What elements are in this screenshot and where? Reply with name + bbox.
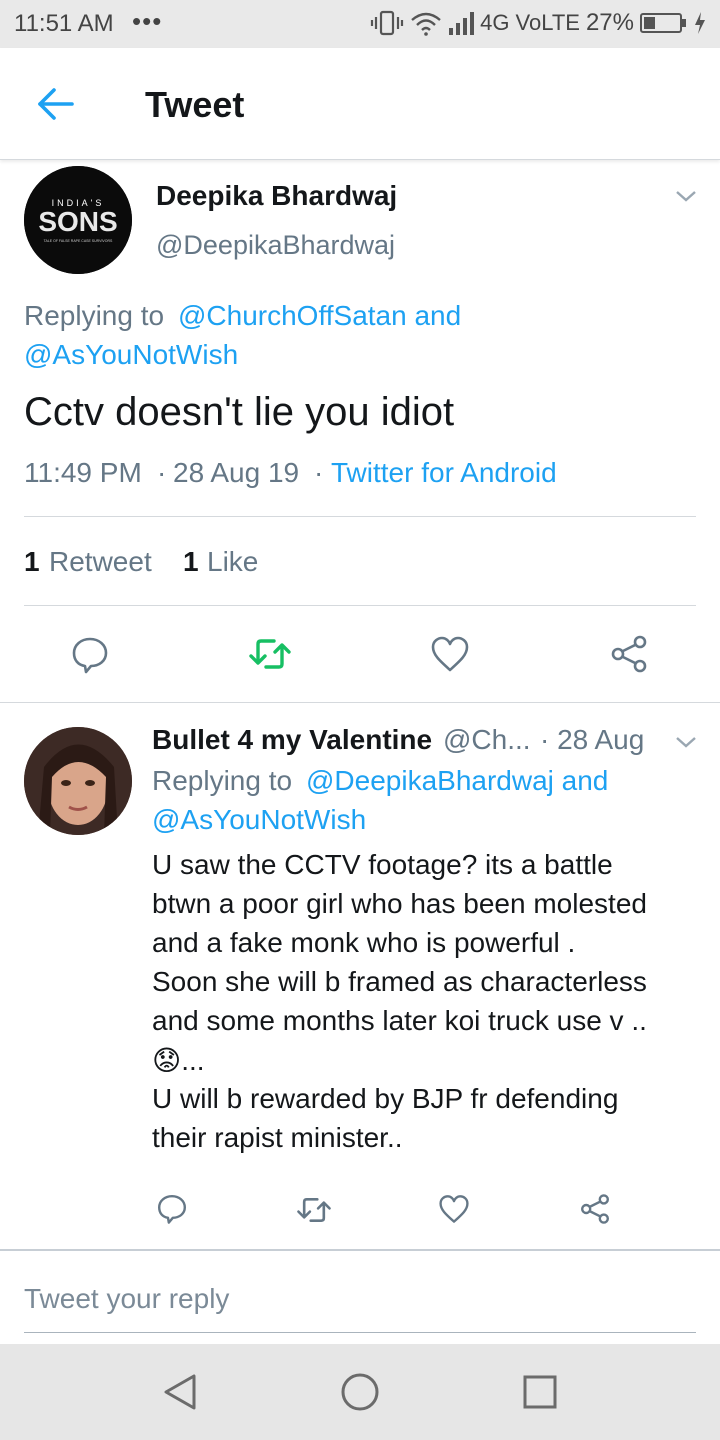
tweet-source[interactable]: Twitter for Android <box>331 457 557 489</box>
retweet-count[interactable]: 1 <box>24 546 40 578</box>
reply-text-line: btwn a poor girl who has been molested <box>152 888 647 919</box>
reply-text-line: U will b rewarded by BJP fr defending <box>152 1083 619 1114</box>
section-divider <box>0 1249 720 1251</box>
charging-icon <box>695 12 705 34</box>
status-network: 4G VoLTE <box>480 10 580 35</box>
indias-sons-logo: INDIA'S SONS TALE OF FALSE RAPE CASE SUR… <box>24 166 132 274</box>
nav-home-icon[interactable] <box>340 1372 380 1412</box>
meta-separator: · <box>157 457 167 488</box>
avatar-logo-main: SONS <box>38 206 117 237</box>
status-more-dots: ••• <box>132 6 163 36</box>
like-icon[interactable] <box>438 1194 470 1224</box>
meta-separator: · <box>314 457 324 488</box>
page-title: Tweet <box>145 84 245 125</box>
reply-mention-2[interactable]: @AsYouNotWish <box>152 804 366 836</box>
compose-reply-input[interactable]: Tweet your reply <box>24 1283 229 1315</box>
share-icon[interactable] <box>579 1193 611 1225</box>
replying-to-label: Replying to <box>24 300 165 331</box>
status-right-group: 4G VoLTE 27% <box>370 9 706 37</box>
reply-icon[interactable] <box>70 635 110 675</box>
reply-mention-2[interactable]: @AsYouNotWish <box>24 339 238 371</box>
status-battery-percent: 27% <box>585 9 634 36</box>
share-icon[interactable] <box>609 634 649 674</box>
tweet-time: 11:49 PM <box>24 457 142 488</box>
status-time: 11:51 AM <box>14 10 114 37</box>
retweet-icon[interactable] <box>296 1195 332 1225</box>
reply-icon[interactable] <box>156 1193 188 1225</box>
reply-text-line: U saw the CCTV footage? its a battle <box>152 849 613 880</box>
reply-text-line: Soon she will b framed as characterless <box>152 966 647 997</box>
reply-text-line: 😟... <box>152 1045 205 1076</box>
author-handle[interactable]: @DeepikaBhardwaj <box>156 230 395 261</box>
nav-recents-icon[interactable] <box>522 1374 558 1410</box>
divider <box>24 516 696 517</box>
reply-mention-1[interactable]: @DeepikaBhardwaj and <box>306 765 608 797</box>
app-bar: Tweet <box>0 48 720 160</box>
avatar-logo-sub: TALE OF FALSE RAPE CASE SURVIVORS <box>44 239 113 243</box>
vibrate-icon <box>370 10 404 36</box>
reply-date: · 28 Aug <box>540 724 645 755</box>
chevron-down-icon[interactable] <box>674 734 698 750</box>
avatar[interactable]: INDIA'S SONS TALE OF FALSE RAPE CASE SUR… <box>24 166 132 274</box>
divider <box>24 605 696 606</box>
author-name[interactable]: Deepika Bhardwaj <box>156 180 397 212</box>
reply-text-line: and some months later koi truck use v .. <box>152 1005 647 1036</box>
retweet-icon[interactable] <box>248 636 292 672</box>
reply-author-handle[interactable]: @Ch... <box>443 724 531 756</box>
like-icon[interactable] <box>431 636 469 672</box>
tweet-text: Cctv doesn't lie you idiot <box>24 390 455 434</box>
compose-underline <box>24 1332 696 1333</box>
retweet-label[interactable]: Retweet <box>49 546 152 578</box>
like-label[interactable]: Like <box>207 546 258 578</box>
arrow-left-icon[interactable] <box>36 84 76 124</box>
wifi-icon <box>411 12 441 36</box>
chevron-down-icon[interactable] <box>674 188 698 204</box>
replying-to-label: Replying to <box>152 765 293 796</box>
nav-back-icon[interactable] <box>162 1372 198 1412</box>
reply-mention-1[interactable]: @ChurchOffSatan and <box>178 300 461 332</box>
profile-photo-icon <box>24 727 132 835</box>
battery-icon <box>640 13 686 33</box>
section-divider <box>0 702 720 703</box>
reply-text-line: their rapist minister.. <box>152 1122 403 1153</box>
like-count[interactable]: 1 <box>183 546 199 578</box>
tweet-date: 28 Aug 19 <box>173 457 300 488</box>
reply-avatar[interactable] <box>24 727 132 835</box>
system-nav-bar <box>0 1344 720 1440</box>
status-bar: 11:51 AM ••• 4G VoLTE 27% <box>0 0 720 48</box>
signal-icon <box>449 12 475 35</box>
reply-text-line: and a fake monk who is powerful . <box>152 927 576 958</box>
reply-author-name[interactable]: Bullet 4 my Valentine <box>152 724 432 756</box>
